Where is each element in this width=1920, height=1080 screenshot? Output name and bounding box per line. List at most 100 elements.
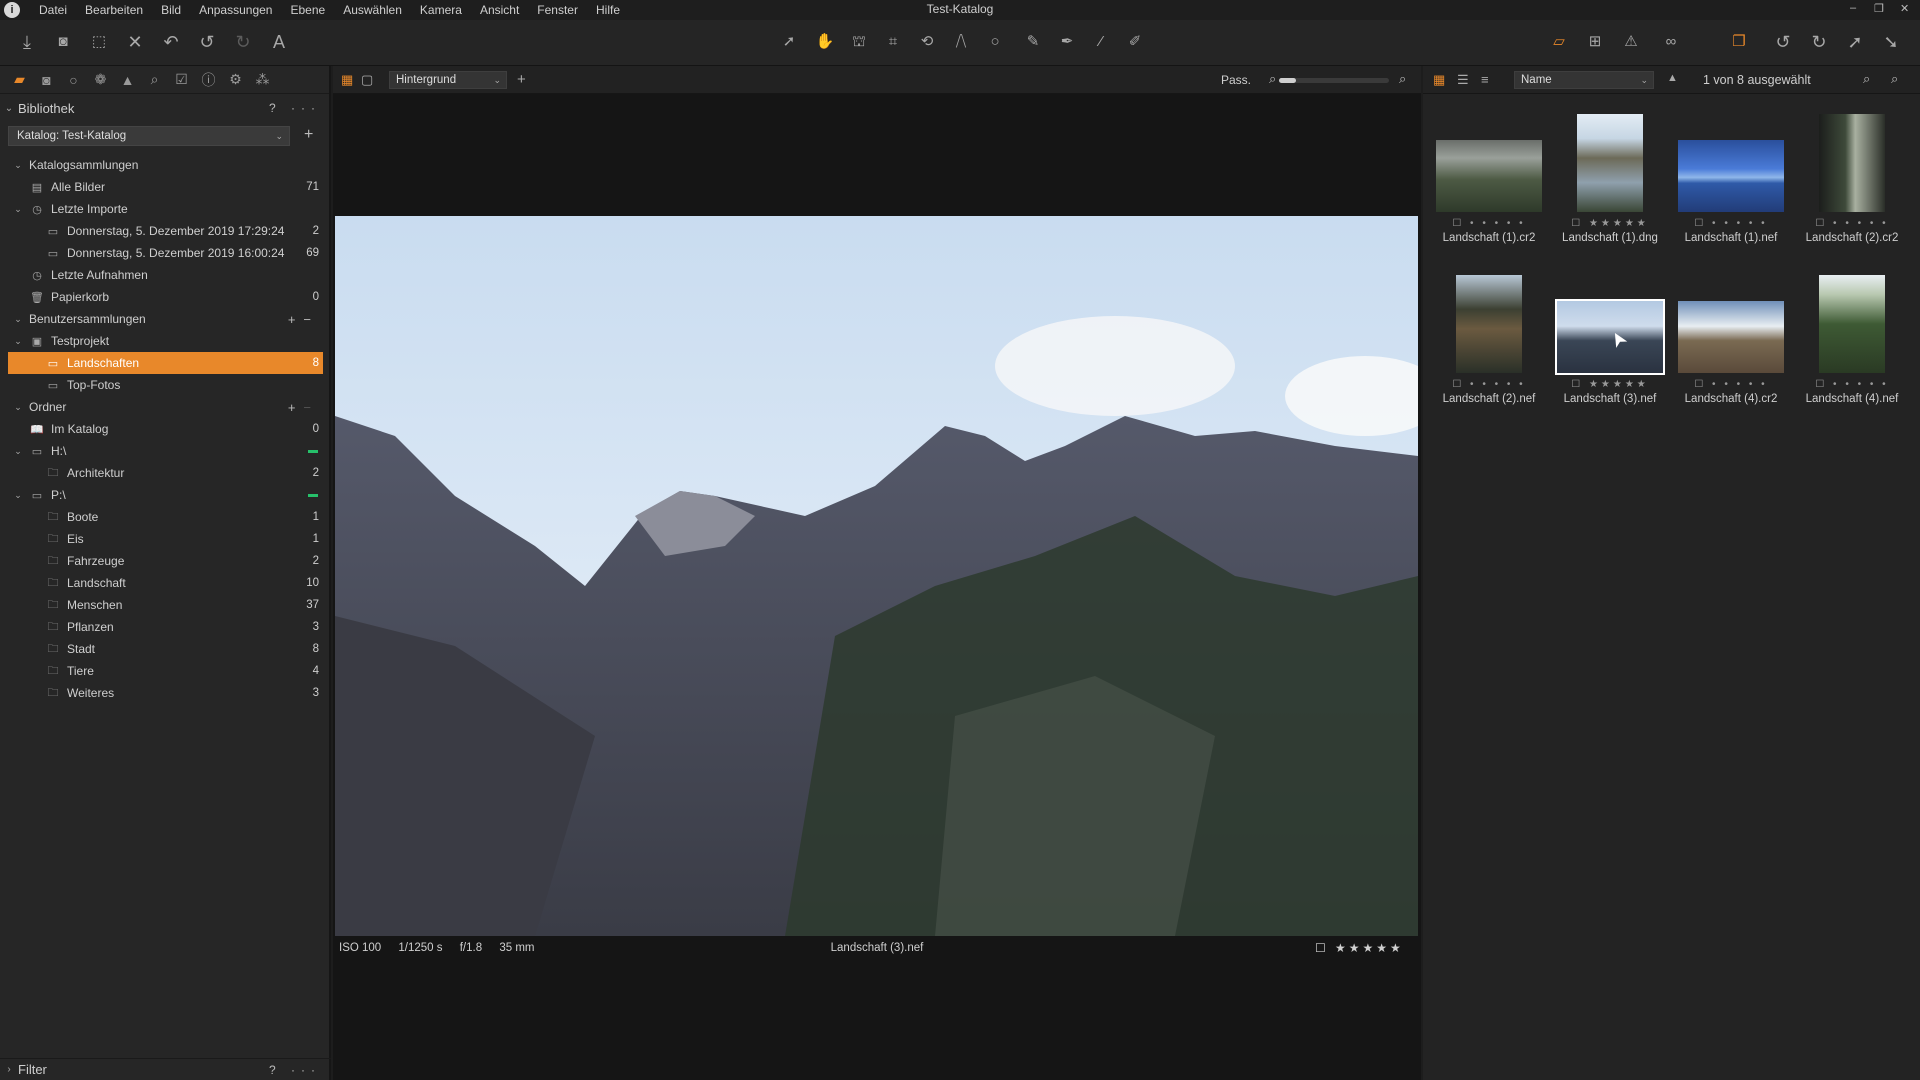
redo-icon[interactable]: ↻ (230, 30, 256, 54)
catalog-select[interactable]: Katalog: Test-Katalog ⌄ (8, 126, 290, 146)
thumbnail-rating[interactable]: ☐ • • • • • (1429, 379, 1549, 390)
tree-item-folder[interactable]: 🗀 Architektur 2 (0, 462, 331, 484)
thumbnail-image[interactable] (1577, 114, 1643, 212)
tree-item-folder[interactable]: 🗀 Fahrzeuge 2 (0, 550, 331, 572)
thumbnail-image[interactable] (1819, 114, 1885, 212)
more-icon[interactable]: ··· (291, 1063, 321, 1077)
multi-view-icon[interactable]: ▦ (341, 72, 353, 88)
background-select[interactable]: Hintergrund ⌄ (389, 71, 507, 89)
picker-tool-icon[interactable]: ⁄ (1088, 30, 1114, 54)
zoom-out-icon[interactable]: ⌕ (1269, 71, 1276, 87)
add-catalog-icon[interactable]: + (304, 126, 313, 144)
chevron-down-icon[interactable]: ⌄ (12, 160, 24, 171)
chevron-down-icon[interactable]: ⌄ (12, 336, 24, 347)
metadata-tab-icon[interactable]: ⓘ (195, 70, 222, 90)
library-tab-icon[interactable]: ▰ (6, 71, 33, 88)
copy-settings-icon[interactable]: ❐ (1726, 30, 1752, 54)
color-tab-icon[interactable]: ❁ (87, 71, 114, 88)
tree-item-import[interactable]: ▭ Donnerstag, 5. Dezember 2019 17:29:24 … (0, 220, 331, 242)
brush-tool-icon[interactable]: ✎ (1020, 30, 1046, 54)
menu-bearbeiten[interactable]: Bearbeiten (76, 3, 152, 17)
keystone-tool-icon[interactable]: ⧸⧹ (948, 30, 974, 54)
tree-item-folder[interactable]: 🗀 Landschaft 10 (0, 572, 331, 594)
thumbnail-item[interactable]: ☐ • • • • • Landschaft (2).nef (1429, 275, 1549, 425)
menu-fenster[interactable]: Fenster (528, 3, 587, 17)
menu-kamera[interactable]: Kamera (411, 3, 471, 17)
stamp-tool-icon[interactable]: ⛫ (846, 30, 872, 54)
thumbnail-item[interactable]: ☐ ★★★★★ Landschaft (3).nef ➤ (1550, 275, 1670, 425)
crop-tool-icon[interactable]: ⌗ (880, 30, 906, 54)
menu-auswaehlen[interactable]: Auswählen (334, 3, 411, 17)
thumbnail-item[interactable]: ☐ • • • • • Landschaft (4).cr2 (1671, 275, 1791, 425)
single-view-icon[interactable]: ▢ (361, 72, 373, 88)
chevron-down-icon[interactable]: ⌄ (12, 402, 24, 413)
hand-tool-icon[interactable]: ✋ (812, 30, 838, 54)
menu-ebene[interactable]: Ebene (281, 3, 334, 17)
add-icon[interactable]: + (288, 400, 304, 415)
lens-tab-icon[interactable]: ○ (60, 72, 87, 88)
close-button[interactable]: ✕ (1900, 2, 1909, 15)
pen-tool-icon[interactable]: ✒ (1054, 30, 1080, 54)
preview-image[interactable] (335, 216, 1418, 936)
tree-item-folder[interactable]: 🗀 Pflanzen 3 (0, 616, 331, 638)
edit-mode-icon[interactable]: ▱ (1546, 30, 1572, 54)
menu-ansicht[interactable]: Ansicht (471, 3, 528, 17)
spot-tool-icon[interactable]: ○ (982, 30, 1008, 54)
thumbnail-item[interactable]: ☐ • • • • • Landschaft (2).cr2 (1792, 114, 1912, 264)
section-catalog-collections[interactable]: ⌄ Katalogsammlungen (0, 154, 331, 176)
tree-item-drive-p[interactable]: ⌄ ▭ P:\ (0, 484, 331, 506)
thumbnail-rating[interactable]: ☐ • • • • • (1429, 218, 1549, 229)
grid-overlay-icon[interactable]: ⊞ (1582, 30, 1608, 54)
thumbnail-rating[interactable]: ☐ • • • • • (1792, 379, 1912, 390)
sort-select[interactable]: Name ⌄ (1514, 71, 1654, 89)
tree-item-folder[interactable]: 🗀 Weiteres 3 (0, 682, 331, 704)
tree-item-in-catalog[interactable]: 📖 Im Katalog 0 (0, 418, 331, 440)
export-icon[interactable]: ⬚ (86, 30, 112, 54)
text-tool-icon[interactable]: A (266, 30, 292, 54)
search-icon[interactable]: ⌕ (1891, 71, 1898, 87)
grid-view-icon[interactable]: ▦ (1433, 72, 1445, 88)
import-icon[interactable]: ⤓ (14, 30, 40, 54)
tree-item-recent-captures[interactable]: ◷ Letzte Aufnahmen (0, 264, 331, 286)
zoom-in-icon[interactable]: ⌕ (1399, 71, 1406, 87)
thumbnail-item[interactable]: ☐ • • • • • Landschaft (4).nef (1792, 275, 1912, 425)
app-icon[interactable]: i (4, 2, 20, 18)
tree-item-folder[interactable]: 🗀 Menschen 37 (0, 594, 331, 616)
details-tab-icon[interactable]: ⌕ (141, 71, 168, 88)
thumbnail-item[interactable]: ☐ ★★★★★ Landschaft (1).dng (1550, 114, 1670, 264)
collapse-chevron-icon[interactable]: ⌄ (0, 103, 18, 114)
thumbnail-rating[interactable]: ☐ • • • • • (1671, 379, 1791, 390)
tree-item-folder[interactable]: 🗀 Stadt 8 (0, 638, 331, 660)
zoom-slider[interactable] (1279, 78, 1389, 83)
remove-icon[interactable]: − (303, 312, 319, 327)
viewer-checkbox[interactable]: ☐ (1315, 941, 1326, 955)
batch-tab-icon[interactable]: ⁂ (249, 71, 276, 88)
list-view-icon[interactable]: ☰ (1457, 72, 1469, 88)
output-tab-icon[interactable]: ⚙ (222, 71, 249, 88)
tree-item-folder[interactable]: 🗀 Boote 1 (0, 506, 331, 528)
thumbnail-item[interactable]: ☐ • • • • • Landschaft (1).nef (1671, 114, 1791, 264)
undo-icon[interactable]: ↺ (194, 30, 220, 54)
tree-item-top-fotos[interactable]: ▭ Top-Fotos (0, 374, 331, 396)
menu-bild[interactable]: Bild (152, 3, 190, 17)
camera-icon[interactable]: ◙ (50, 30, 76, 54)
thumbnail-image[interactable] (1678, 301, 1784, 373)
chevron-right-icon[interactable]: › (0, 1064, 18, 1075)
tree-item-drive-h[interactable]: ⌄ ▭ H:\ (0, 440, 331, 462)
chevron-down-icon[interactable]: ⌄ (12, 490, 24, 501)
filmstrip-view-icon[interactable]: ≡ (1481, 72, 1489, 87)
share-icon[interactable]: ➚ (1842, 30, 1868, 54)
filter-header[interactable]: › Filter ? ··· (0, 1058, 331, 1080)
menu-datei[interactable]: Datei (30, 3, 76, 17)
tree-item-folder[interactable]: 🗀 Eis 1 (0, 528, 331, 550)
thumbnail-item[interactable]: ☐ • • • • • Landschaft (1).cr2 (1429, 114, 1549, 264)
chevron-down-icon[interactable]: ⌄ (12, 446, 24, 457)
thumbnail-image[interactable] (1678, 140, 1784, 212)
menu-anpassungen[interactable]: Anpassungen (190, 3, 281, 17)
minimize-button[interactable]: – (1850, 2, 1856, 14)
library-header[interactable]: ⌄ Bibliothek ? ··· (0, 96, 331, 120)
add-icon[interactable]: + (288, 312, 304, 327)
rotate-right-icon[interactable]: ↻ (1806, 30, 1832, 54)
capture-tab-icon[interactable]: ◙ (33, 72, 60, 88)
thumbnail-image[interactable] (1456, 275, 1522, 373)
